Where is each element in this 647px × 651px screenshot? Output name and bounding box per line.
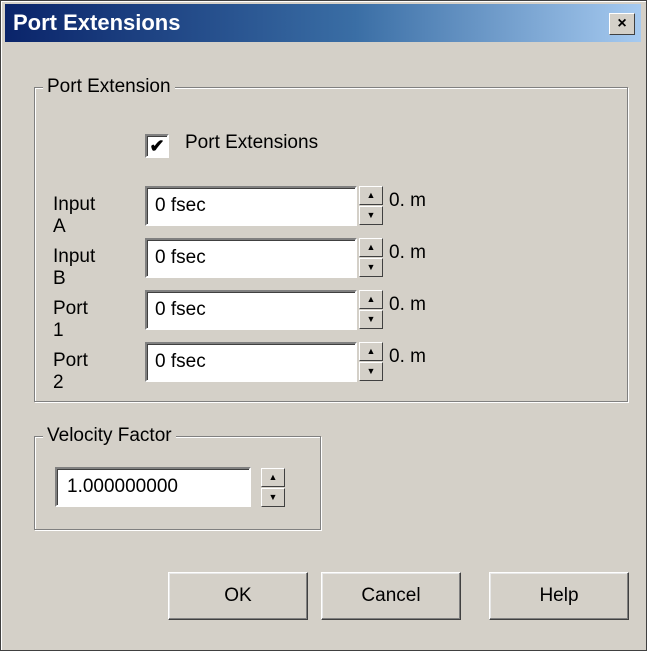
port-1-spinner[interactable]: ▲ ▼ — [359, 290, 383, 330]
row-length: 0. m — [389, 242, 426, 263]
input-b-field[interactable]: 0 fsec — [145, 238, 357, 278]
checkmark-icon: ✔ — [149, 136, 165, 156]
spin-up-icon[interactable]: ▲ — [359, 290, 383, 309]
spin-up-icon[interactable]: ▲ — [359, 186, 383, 205]
spin-up-icon[interactable]: ▲ — [359, 238, 383, 257]
close-icon: × — [617, 15, 627, 32]
row-length: 0. m — [389, 346, 426, 367]
velocity-factor-group: Velocity Factor 1.000000000 ▲ ▼ — [34, 424, 321, 530]
input-a-field[interactable]: 0 fsec — [145, 186, 357, 226]
port-extension-group: Port Extension ✔ Port Extensions Input A… — [34, 75, 628, 402]
row-length: 0. m — [389, 294, 426, 315]
port-extensions-checkbox-label: Port Extensions — [185, 132, 319, 153]
row-label: Input A — [53, 194, 96, 237]
port-1-field[interactable]: 0 fsec — [145, 290, 357, 330]
close-button[interactable]: × — [609, 13, 635, 35]
spin-down-icon[interactable]: ▼ — [261, 488, 285, 507]
velocity-factor-legend: Velocity Factor — [43, 424, 176, 448]
cancel-button[interactable]: Cancel — [321, 572, 461, 620]
spin-down-icon[interactable]: ▼ — [359, 258, 383, 277]
window-title: Port Extensions — [13, 10, 181, 35]
spin-up-icon[interactable]: ▲ — [359, 342, 383, 361]
port-2-field[interactable]: 0 fsec — [145, 342, 357, 382]
ok-button[interactable]: OK — [168, 572, 308, 620]
spin-up-icon[interactable]: ▲ — [261, 468, 285, 487]
help-button[interactable]: Help — [489, 572, 629, 620]
velocity-factor-spinner[interactable]: ▲ ▼ — [261, 468, 285, 508]
spin-down-icon[interactable]: ▼ — [359, 362, 383, 381]
port-extension-legend: Port Extension — [43, 75, 175, 99]
row-label: Port 1 — [53, 298, 88, 341]
title-bar[interactable]: Port Extensions × — [5, 4, 641, 42]
row-length: 0. m — [389, 190, 426, 211]
port-2-spinner[interactable]: ▲ ▼ — [359, 342, 383, 382]
port-extensions-dialog: Port Extensions × Port Extension ✔ Port … — [0, 0, 647, 651]
spin-down-icon[interactable]: ▼ — [359, 310, 383, 329]
row-label: Port 2 — [53, 350, 88, 393]
port-extensions-checkbox[interactable]: ✔ — [145, 134, 169, 158]
input-b-spinner[interactable]: ▲ ▼ — [359, 238, 383, 278]
spin-down-icon[interactable]: ▼ — [359, 206, 383, 225]
row-label: Input B — [53, 246, 96, 289]
velocity-factor-field[interactable]: 1.000000000 — [55, 467, 251, 507]
input-a-spinner[interactable]: ▲ ▼ — [359, 186, 383, 226]
